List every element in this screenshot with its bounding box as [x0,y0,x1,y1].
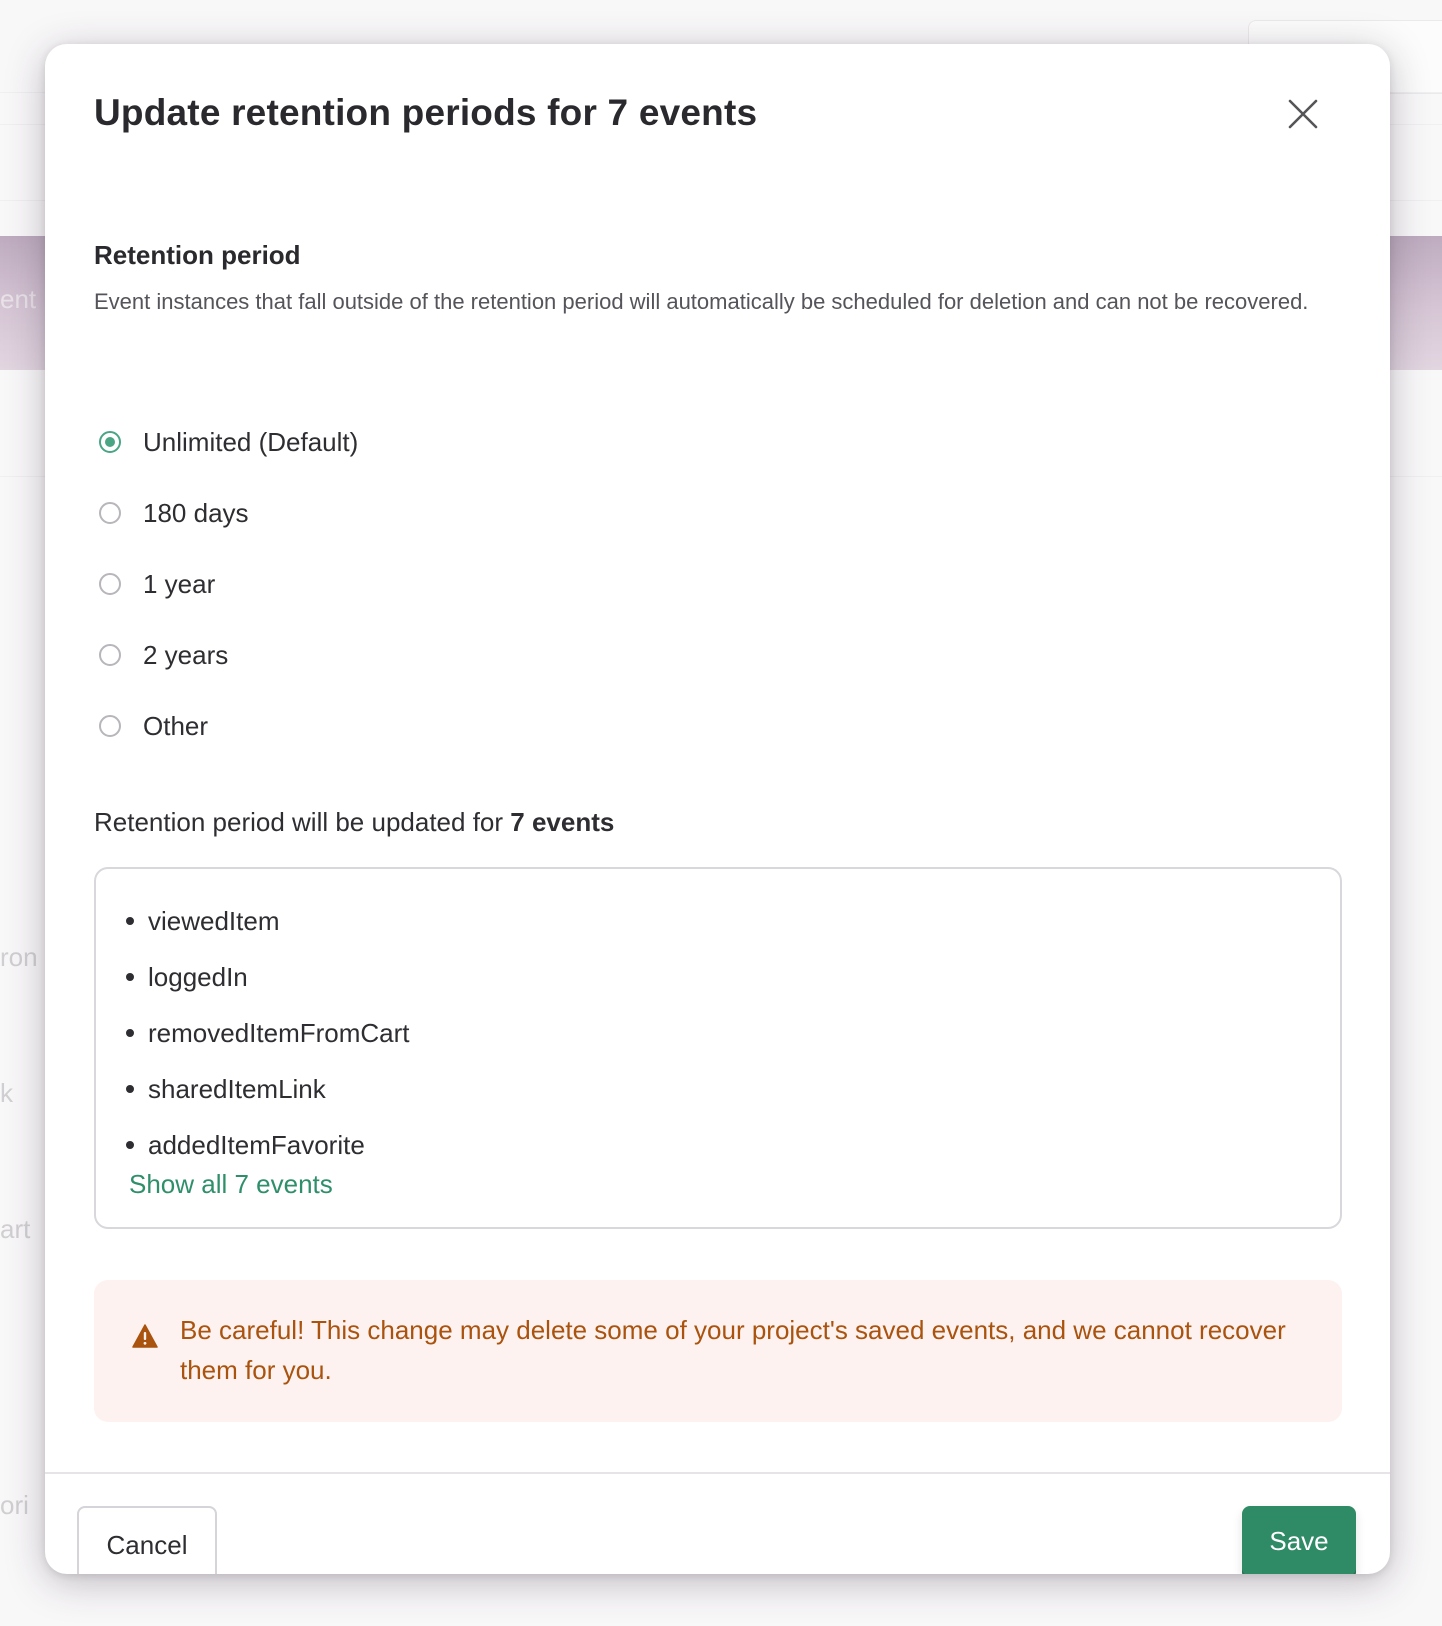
list-item: viewedItem [126,893,410,949]
radio-unchecked-icon[interactable] [99,715,121,737]
events-heading-text: Retention period will be updated for [94,807,504,837]
bullet-icon [126,1085,134,1093]
list-item: loggedIn [126,949,410,1005]
events-count: 7 events [510,807,615,837]
event-name: viewedItem [148,905,280,936]
bullet-icon [126,1141,134,1149]
footer-divider [45,1472,1390,1474]
events-list-box: viewedItem loggedIn removedItemFromCart … [94,867,1342,1229]
option-2-years[interactable]: 2 years [94,635,228,675]
warning-triangle-icon [132,1324,158,1348]
option-label: 2 years [143,639,229,670]
radio-unchecked-icon[interactable] [99,502,121,524]
radio-checked-icon[interactable] [99,431,121,453]
radio-unchecked-icon[interactable] [99,573,121,595]
radio-unchecked-icon[interactable] [99,644,121,666]
event-name: loggedIn [148,961,248,992]
show-all-events-link[interactable]: Show all 7 events [129,1169,333,1200]
modal-title: Update retention periods for 7 events [94,92,758,133]
bullet-icon [126,1029,134,1037]
option-label: Unlimited (Default) [143,426,359,457]
close-icon [1288,99,1318,129]
save-button[interactable]: Save [1242,1506,1356,1574]
close-button[interactable] [1285,96,1321,132]
option-180-days[interactable]: 180 days [94,493,249,533]
warning-banner: Be careful! This change may delete some … [94,1280,1342,1422]
event-name: removedItemFromCart [148,1017,410,1048]
option-unlimited[interactable]: Unlimited (Default) [94,422,358,462]
warning-text: Be careful! This change may delete some … [180,1315,1286,1385]
option-label: 180 days [143,497,249,528]
bullet-icon [126,973,134,981]
retention-period-description: Event instances that fall outside of the… [94,289,1309,314]
bullet-icon [126,917,134,925]
list-item: removedItemFromCart [126,1005,410,1061]
events-list: viewedItem loggedIn removedItemFromCart … [126,893,410,1173]
list-item: sharedItemLink [126,1061,410,1117]
events-heading: Retention period will be updated for 7 e… [94,807,614,838]
option-1-year[interactable]: 1 year [94,564,215,604]
option-label: Other [143,710,209,741]
retention-period-label: Retention period [94,240,301,270]
option-other[interactable]: Other [94,706,208,746]
retention-modal: Update retention periods for 7 events Re… [45,44,1390,1574]
cancel-button[interactable]: Cancel [77,1506,217,1574]
option-label: 1 year [143,568,216,599]
list-item: addedItemFavorite [126,1117,410,1173]
event-name: sharedItemLink [148,1073,326,1104]
event-name: addedItemFavorite [148,1129,365,1160]
